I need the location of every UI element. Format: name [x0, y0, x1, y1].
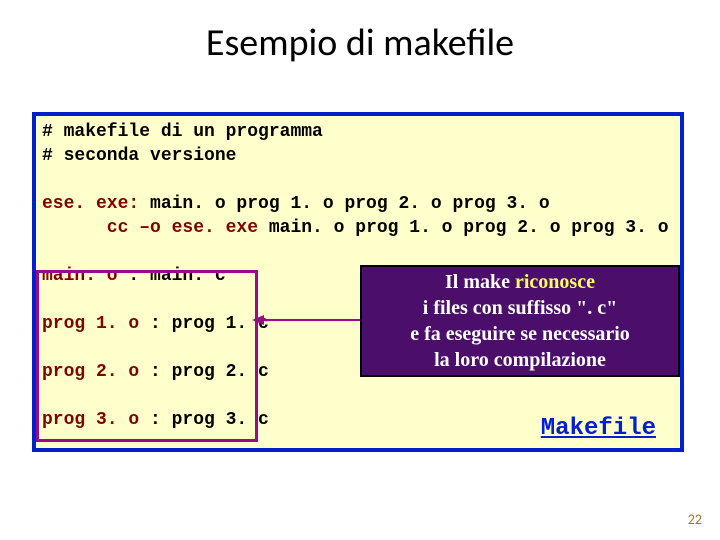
slide: Esempio di makefile # makefile di un pro…	[0, 0, 720, 540]
callout-l1a: Il make	[445, 271, 515, 293]
cmd-cc-args: main. o prog 1. o prog 2. o prog 3. o	[258, 218, 668, 238]
comment-line-1: # makefile di un programma	[42, 122, 323, 142]
callout-text: Il make riconosce i files con suffisso "…	[410, 269, 630, 373]
page-number: 22	[688, 511, 702, 528]
slide-title: Esempio di makefile	[0, 20, 720, 66]
callout-l3: e fa eseguire se necessario	[410, 323, 630, 345]
makefile-label: Makefile	[541, 415, 656, 442]
target-ese: ese. exe:	[42, 194, 139, 214]
deps-ese: main. o prog 1. o prog 2. o prog 3. o	[139, 194, 549, 214]
callout-l4: la loro compilazione	[434, 349, 606, 371]
callout-l1b: riconosce	[515, 271, 595, 293]
highlight-box	[36, 270, 258, 442]
callout-box: Il make riconosce i files con suffisso "…	[360, 265, 680, 377]
callout-l2: i files con suffisso ". c"	[423, 297, 617, 319]
comment-line-2: # seconda versione	[42, 146, 236, 166]
cmd-cc: cc –o ese. exe	[42, 218, 258, 238]
